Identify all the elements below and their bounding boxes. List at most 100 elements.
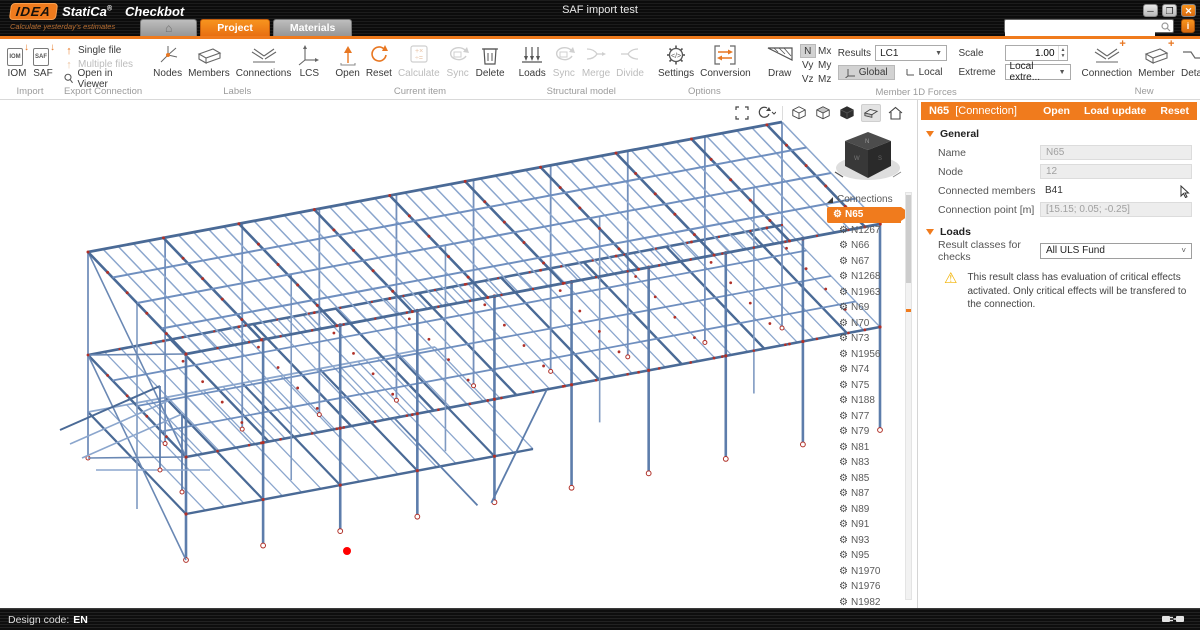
- result-classes-combo[interactable]: All ULS Fund ˅: [1040, 243, 1192, 259]
- connection-gear-icon: ⚙: [839, 380, 848, 391]
- tab-materials[interactable]: Materials: [273, 19, 353, 36]
- force-vz-toggle[interactable]: Vz: [800, 72, 816, 86]
- tree-item[interactable]: ⚙N83: [827, 455, 901, 471]
- tree-item[interactable]: ⚙N79: [827, 424, 901, 440]
- tree-item[interactable]: ⚙N87: [827, 486, 901, 502]
- force-mz-toggle[interactable]: Mz: [816, 72, 834, 86]
- draw-diagram-icon: [765, 44, 795, 66]
- new-detail-button[interactable]: + Detail: [1178, 42, 1200, 80]
- labels-nodes-button[interactable]: Nodes: [150, 42, 185, 80]
- settings-button[interactable]: </> Settings: [655, 42, 697, 80]
- tab-home[interactable]: ⌂: [140, 19, 197, 36]
- connection-gear-icon: ⚙: [839, 504, 848, 515]
- extreme-label: Extreme: [959, 67, 1001, 78]
- iom-import-button[interactable]: IOM↓ IOM: [4, 42, 30, 80]
- conversion-button[interactable]: Conversion: [697, 42, 754, 80]
- labels-connections-button[interactable]: Connections: [233, 42, 295, 80]
- merge-icon: [584, 44, 608, 66]
- saf-import-button[interactable]: SAF↓ SAF: [30, 42, 56, 80]
- tree-item[interactable]: ⚙N69: [827, 300, 901, 316]
- tree-item[interactable]: ⚙N1982: [827, 595, 901, 609]
- panel-open-button[interactable]: Open: [1043, 105, 1070, 117]
- tab-project[interactable]: Project: [200, 19, 270, 36]
- tree-item[interactable]: ⚙N91: [827, 517, 901, 533]
- tree-item[interactable]: ⚙N93: [827, 533, 901, 549]
- section-general[interactable]: General: [926, 128, 1200, 140]
- reset-item-button[interactable]: Reset: [363, 42, 395, 80]
- tree-item[interactable]: ⚙N70: [827, 316, 901, 332]
- lcs-axes-icon: [297, 44, 321, 66]
- tree-item[interactable]: ⚙N1976: [827, 579, 901, 595]
- fit-view-icon[interactable]: [732, 104, 752, 122]
- new-connection-button[interactable]: + Connection: [1079, 42, 1136, 80]
- loads-button[interactable]: Loads: [516, 42, 549, 80]
- open-item-button[interactable]: Open: [332, 42, 362, 80]
- force-vy-toggle[interactable]: Vy: [800, 58, 816, 72]
- calculate-button[interactable]: +×÷= Calculate: [395, 42, 443, 80]
- tree-item[interactable]: ⚙N75: [827, 378, 901, 394]
- tree-item[interactable]: ⚙N85: [827, 471, 901, 487]
- tree-item[interactable]: ⚙N1268: [827, 269, 901, 285]
- tree-item[interactable]: ⚙N89: [827, 502, 901, 518]
- tree-item[interactable]: ⚙N74: [827, 362, 901, 378]
- tree-item[interactable]: ⚙N1956: [827, 347, 901, 363]
- close-button[interactable]: ✕: [1181, 4, 1196, 17]
- tree-item[interactable]: ⚙N81: [827, 440, 901, 456]
- labels-lcs-button[interactable]: LCS: [294, 42, 324, 80]
- sync-item-button[interactable]: Sync: [443, 42, 473, 80]
- viewport-3d[interactable]: N W S Connections ⚙N65⚙N1267⚙N66⚙N67⚙N12…: [0, 100, 917, 608]
- properties-panel: N65 [Connection] Open Load update Reset …: [917, 100, 1200, 608]
- delete-button[interactable]: Delete: [473, 42, 508, 80]
- search-input[interactable]: [1005, 24, 1155, 36]
- tree-item[interactable]: ⚙N1963: [827, 285, 901, 301]
- info-button[interactable]: i: [1181, 19, 1195, 33]
- local-toggle[interactable]: Local: [899, 66, 949, 79]
- search-box[interactable]: [1004, 19, 1174, 33]
- connection-gear-icon: ⚙: [839, 426, 848, 437]
- divide-button[interactable]: Divide: [613, 42, 647, 80]
- scale-spinner[interactable]: ▲▼: [1058, 46, 1068, 60]
- tree-item[interactable]: ⚙N77: [827, 409, 901, 425]
- tree-item[interactable]: ⚙N67: [827, 254, 901, 270]
- tree-expander-icon[interactable]: [827, 197, 833, 203]
- force-n-toggle[interactable]: N: [800, 44, 816, 58]
- tree-item[interactable]: ⚙N65: [827, 207, 901, 223]
- tree-item[interactable]: ⚙N1267: [827, 223, 901, 239]
- labels-members-button[interactable]: Members: [185, 42, 233, 80]
- tree-scrollbar-thumb[interactable]: [906, 195, 911, 283]
- orbit-icon[interactable]: [756, 104, 776, 122]
- open-in-viewer-button[interactable]: Open in Viewer: [64, 72, 142, 85]
- ribbon-group-structural-model: Loads Sync Merge Divide Structural model: [512, 39, 651, 99]
- tree-item[interactable]: ⚙N66: [827, 238, 901, 254]
- home-view-icon[interactable]: [885, 104, 905, 122]
- tree-root-connections[interactable]: Connections: [827, 192, 901, 207]
- tree-scrollbar[interactable]: [905, 192, 912, 600]
- tree-item[interactable]: ⚙N73: [827, 331, 901, 347]
- shaded-view-icon[interactable]: [813, 104, 833, 122]
- force-mx-toggle[interactable]: Mx: [816, 44, 834, 58]
- tree-item[interactable]: ⚙N1970: [827, 564, 901, 580]
- draw-forces-button[interactable]: Draw: [762, 42, 798, 80]
- scale-input[interactable]: [1006, 46, 1058, 60]
- export-single-file-button[interactable]: ↑ Single file: [64, 44, 142, 57]
- tree-item[interactable]: ⚙N95: [827, 548, 901, 564]
- minimize-button[interactable]: ─: [1143, 4, 1158, 17]
- force-my-toggle[interactable]: My: [816, 58, 834, 72]
- new-member-button[interactable]: + Member: [1135, 42, 1178, 80]
- maximize-button[interactable]: ❐: [1162, 4, 1177, 17]
- extreme-combo[interactable]: Local extre... ▼: [1005, 64, 1071, 80]
- sync-model-button[interactable]: Sync: [549, 42, 579, 80]
- clip-section-icon[interactable]: [861, 104, 881, 122]
- panel-load-update-button[interactable]: Load update: [1084, 105, 1146, 117]
- ribbon-group-member-forces: Draw N Mx Vy My Vz Mz Results LC1 ▼: [758, 39, 1075, 99]
- panel-reset-button[interactable]: Reset: [1160, 105, 1189, 117]
- global-toggle[interactable]: Global: [838, 65, 895, 80]
- wireframe-view-icon[interactable]: [789, 104, 809, 122]
- merge-button[interactable]: Merge: [579, 42, 613, 80]
- solid-view-icon[interactable]: [837, 104, 857, 122]
- navigation-cube[interactable]: N W S: [831, 126, 905, 193]
- model-canvas[interactable]: [0, 100, 917, 608]
- tree-item[interactable]: ⚙N188: [827, 393, 901, 409]
- section-loads[interactable]: Loads: [926, 226, 1200, 238]
- results-combo[interactable]: LC1 ▼: [875, 45, 947, 61]
